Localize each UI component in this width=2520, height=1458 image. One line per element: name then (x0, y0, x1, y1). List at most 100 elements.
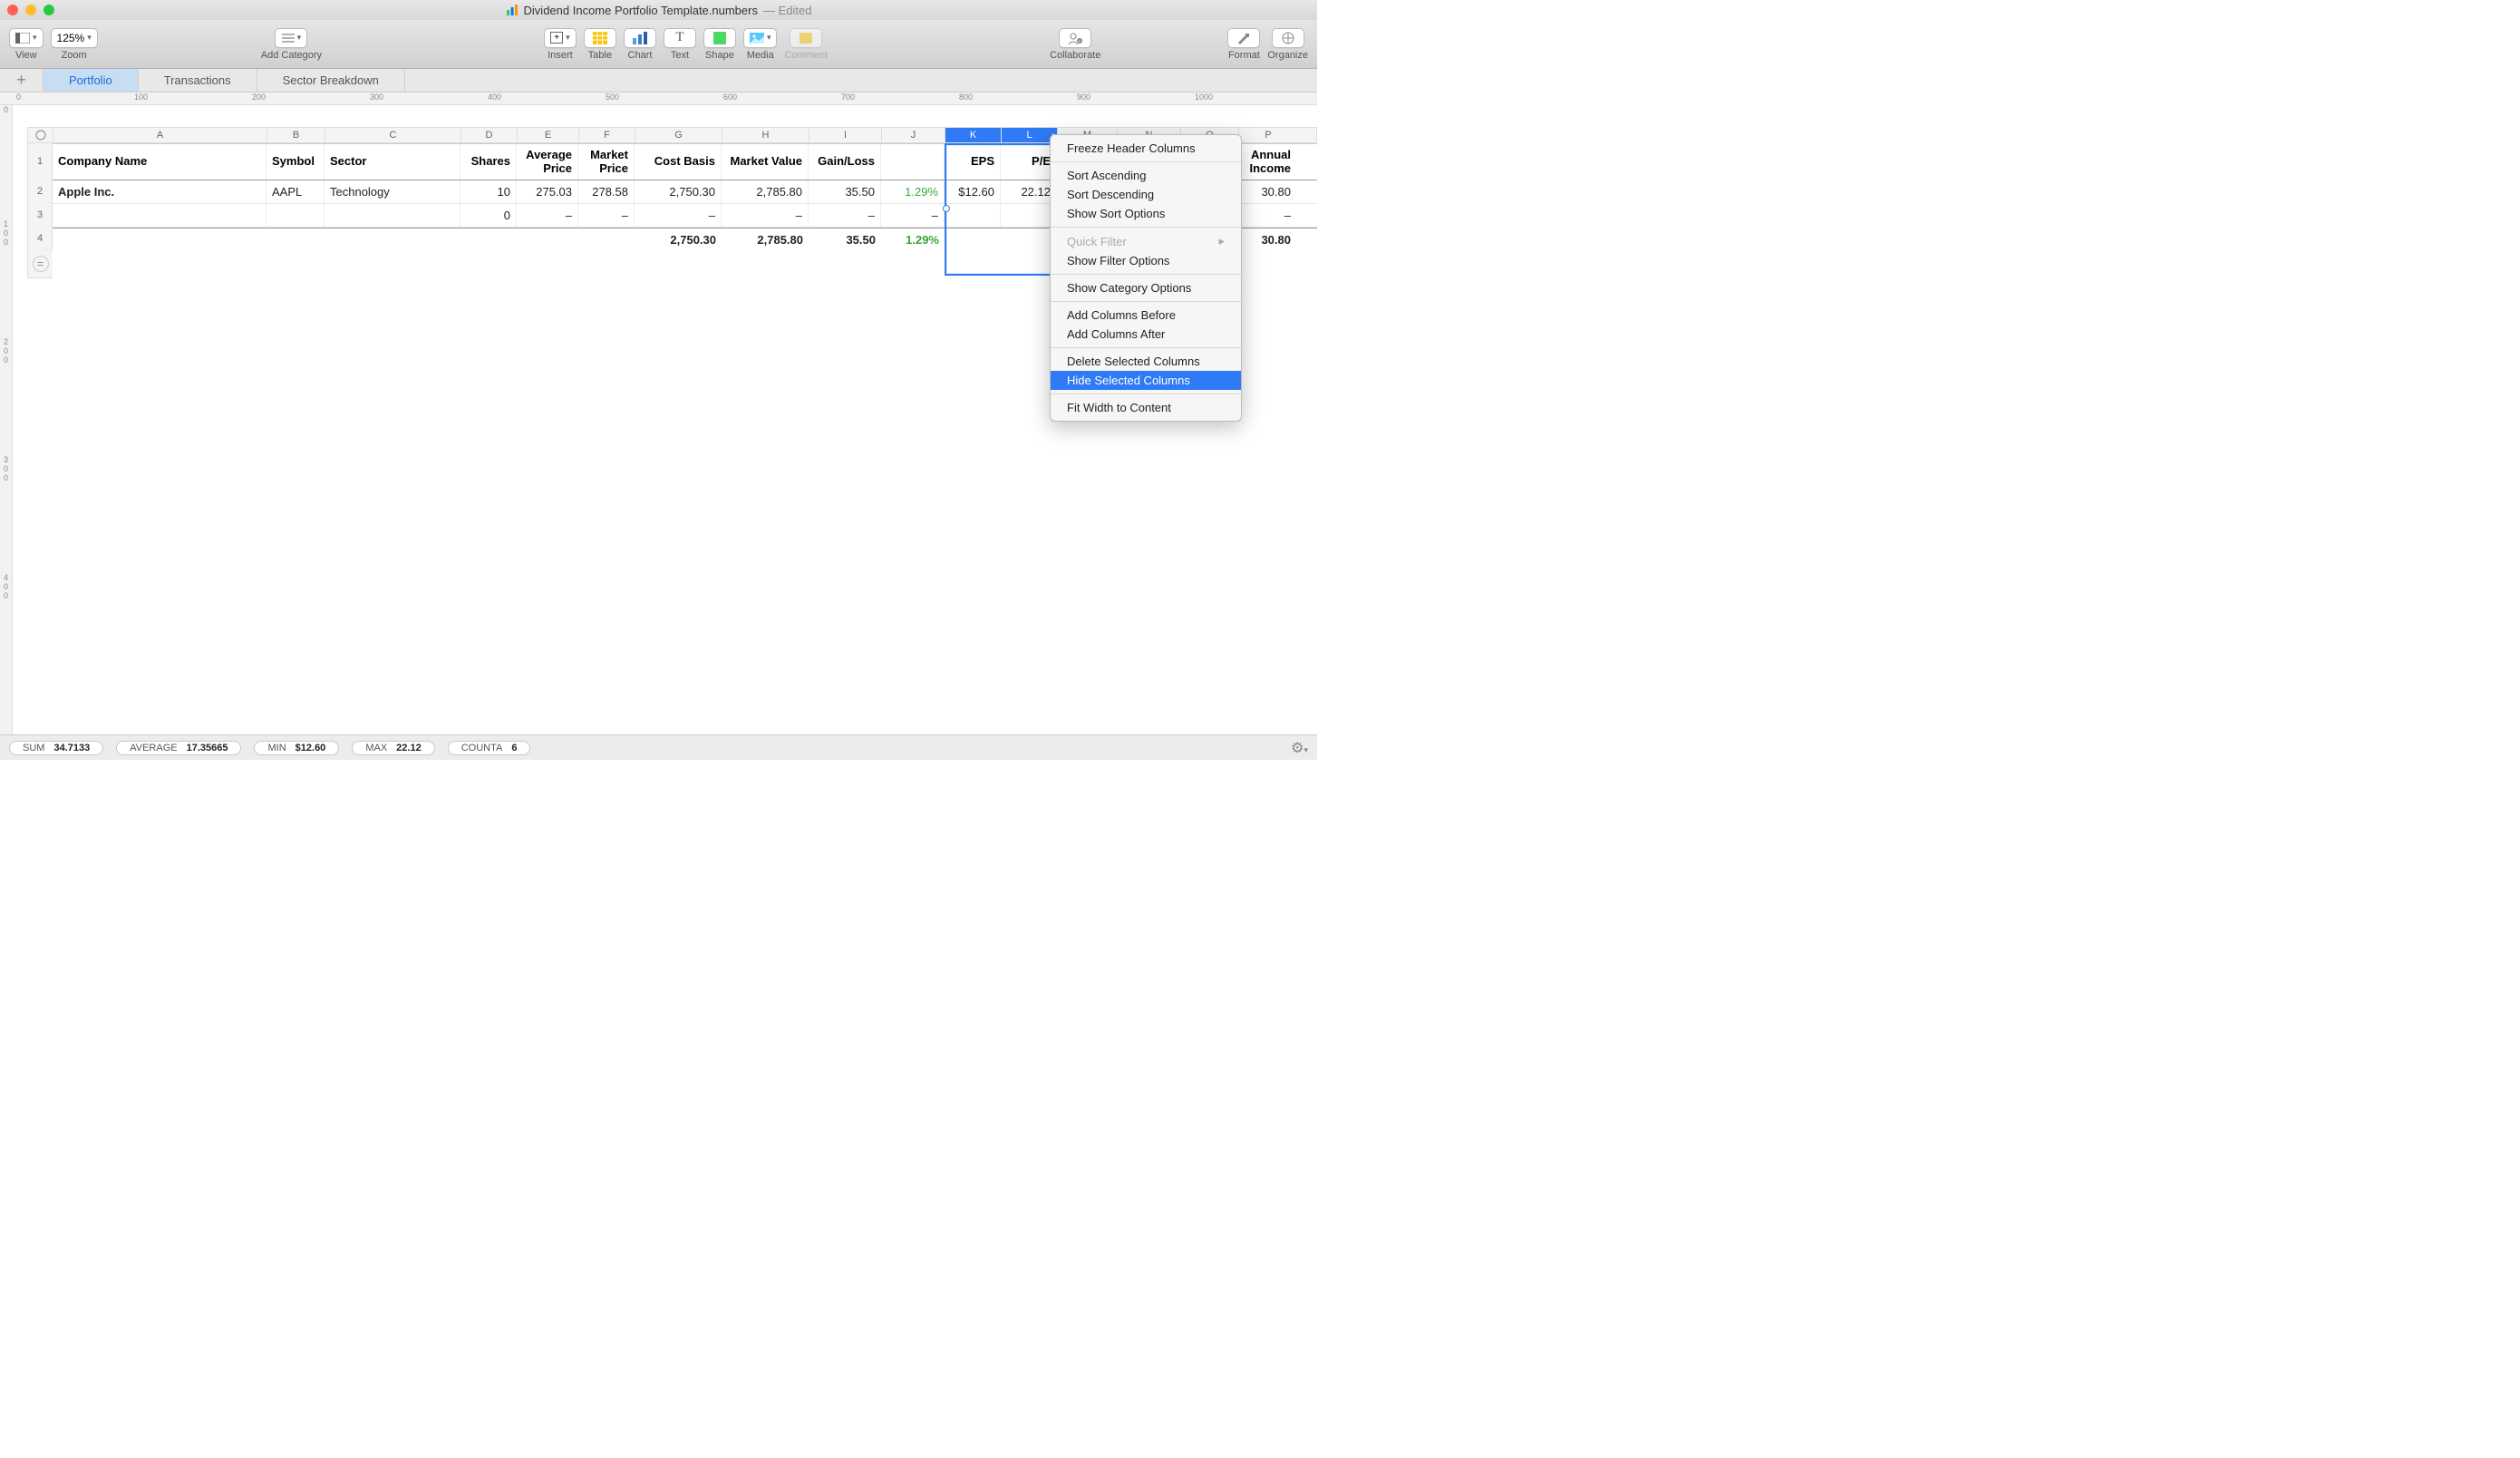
media-icon (750, 33, 764, 44)
cell[interactable]: 0 (460, 204, 517, 227)
ctx-hide-selected-columns[interactable]: Hide Selected Columns (1051, 371, 1241, 390)
ctx-quick-filter: Quick Filter▸ (1051, 231, 1241, 251)
cell[interactable]: – (517, 204, 578, 227)
cell[interactable]: 30.80 (1238, 180, 1296, 203)
media-toolbar-item[interactable]: ▾ Media (743, 28, 778, 61)
cell[interactable]: Technology (325, 180, 460, 203)
horizontal-ruler: 0 100 200 300 400 500 600 700 800 900 10… (0, 92, 1317, 105)
chart-toolbar-item[interactable]: Chart (624, 28, 656, 61)
ctx-show-sort-options[interactable]: Show Sort Options (1051, 204, 1241, 223)
table-toolbar-item[interactable]: Table (584, 28, 616, 61)
cell[interactable]: 35.50 (809, 180, 881, 203)
shape-toolbar-item[interactable]: Shape (703, 28, 736, 61)
cell[interactable]: 30.80 (1238, 228, 1296, 251)
cell[interactable] (267, 204, 325, 227)
header-company-name: Company Name (53, 144, 267, 180)
row-head-3[interactable]: 3 (28, 203, 53, 227)
minimize-window-button[interactable] (25, 5, 36, 15)
status-counta[interactable]: COUNTA6 (448, 741, 531, 755)
ctx-delete-selected-columns[interactable]: Delete Selected Columns (1051, 352, 1241, 371)
status-settings-button[interactable]: ⚙︎▾ (1291, 739, 1308, 757)
maximize-window-button[interactable] (44, 5, 54, 15)
cell[interactable]: – (809, 204, 881, 227)
cell[interactable]: 275.03 (517, 180, 578, 203)
insert-toolbar-item[interactable]: +▾ Insert (544, 28, 577, 61)
cell[interactable]: – (635, 204, 722, 227)
collaborate-icon: + (1067, 32, 1083, 44)
status-sum[interactable]: SUM34.7133 (9, 741, 103, 755)
ctx-sort-ascending[interactable]: Sort Ascending (1051, 166, 1241, 185)
cell[interactable]: Apple Inc. (53, 180, 267, 203)
cell[interactable] (945, 204, 1001, 227)
cell[interactable]: – (722, 204, 809, 227)
column-context-menu: Freeze Header Columns Sort Ascending Sor… (1050, 134, 1242, 422)
cell[interactable]: – (578, 204, 635, 227)
col-head-g[interactable]: G (635, 128, 722, 142)
cell[interactable]: 2,785.80 (722, 180, 809, 203)
col-head-p[interactable]: P (1239, 128, 1297, 142)
sheet-tab-portfolio[interactable]: Portfolio (44, 69, 139, 92)
cell[interactable]: 22.12 (1001, 180, 1057, 203)
cell[interactable]: – (881, 204, 945, 227)
status-min[interactable]: MIN$12.60 (254, 741, 339, 755)
window-title-bar: Dividend Income Portfolio Template.numbe… (0, 0, 1317, 20)
col-head-d[interactable]: D (461, 128, 518, 142)
spreadsheet-canvas[interactable]: A B C D E F G H I J K L▾ M N O P 1 2 3 4… (13, 105, 1317, 734)
col-head-e[interactable]: E (518, 128, 579, 142)
shape-icon (713, 32, 726, 44)
text-toolbar-item[interactable]: T Text (664, 28, 696, 61)
cell[interactable]: 35.50 (809, 228, 881, 251)
add-sheet-button[interactable]: + (0, 69, 44, 92)
row-head-2[interactable]: 2 (28, 180, 53, 203)
col-head-c[interactable]: C (325, 128, 461, 142)
chart-icon (633, 32, 647, 44)
cell[interactable]: 1.29% (881, 180, 945, 203)
col-head-k[interactable]: K (945, 128, 1002, 142)
format-toolbar-item[interactable]: Format (1227, 28, 1260, 61)
ctx-show-category-options[interactable]: Show Category Options (1051, 278, 1241, 297)
col-head-f[interactable]: F (579, 128, 635, 142)
status-max[interactable]: MAX22.12 (352, 741, 434, 755)
cell[interactable]: 278.58 (578, 180, 635, 203)
col-head-j[interactable]: J (882, 128, 945, 142)
cell[interactable]: $12.60 (945, 180, 1001, 203)
cell[interactable] (1001, 204, 1057, 227)
close-window-button[interactable] (7, 5, 18, 15)
cell[interactable]: 10 (460, 180, 517, 203)
organize-toolbar-item[interactable]: Organize (1267, 28, 1308, 61)
ctx-fit-width-to-content[interactable]: Fit Width to Content (1051, 398, 1241, 417)
row-head-4[interactable]: 4 (28, 227, 53, 250)
cell[interactable] (53, 204, 267, 227)
cell[interactable]: 2,750.30 (635, 228, 722, 251)
svg-text:+: + (1079, 39, 1081, 44)
header-pe: P/E (1001, 144, 1057, 180)
cell[interactable] (325, 204, 460, 227)
table-icon (593, 32, 607, 44)
col-head-h[interactable]: H (722, 128, 809, 142)
col-head-i[interactable]: I (809, 128, 882, 142)
status-average[interactable]: AVERAGE17.35665 (116, 741, 241, 755)
row-head-1[interactable]: 1 (28, 143, 53, 180)
view-toolbar-item[interactable]: ▾ View (9, 28, 44, 61)
col-head-b[interactable]: B (267, 128, 325, 142)
sheet-tab-transactions[interactable]: Transactions (139, 69, 257, 92)
ctx-sort-descending[interactable]: Sort Descending (1051, 185, 1241, 204)
col-head-a[interactable]: A (53, 128, 267, 142)
comment-toolbar-item[interactable]: Comment (784, 28, 828, 61)
sheet-tab-sector-breakdown[interactable]: Sector Breakdown (257, 69, 405, 92)
zoom-toolbar-item[interactable]: 125%▾ Zoom (51, 28, 98, 61)
cell[interactable]: 1.29% (881, 228, 945, 251)
formula-indicator-icon[interactable]: = (33, 256, 49, 272)
add-category-toolbar-item[interactable]: ▾ Add Category (261, 28, 322, 61)
ctx-add-columns-before[interactable]: Add Columns Before (1051, 306, 1241, 325)
ctx-add-columns-after[interactable]: Add Columns After (1051, 325, 1241, 344)
collaborate-toolbar-item[interactable]: + Collaborate (1050, 28, 1100, 61)
cell[interactable]: AAPL (267, 180, 325, 203)
numbers-app-icon (506, 4, 519, 16)
ctx-freeze-header-columns[interactable]: Freeze Header Columns (1051, 139, 1241, 158)
table-select-handle[interactable] (28, 128, 53, 142)
cell[interactable]: – (1238, 204, 1296, 227)
cell[interactable]: 2,750.30 (635, 180, 722, 203)
ctx-show-filter-options[interactable]: Show Filter Options (1051, 251, 1241, 270)
cell[interactable]: 2,785.80 (722, 228, 809, 251)
